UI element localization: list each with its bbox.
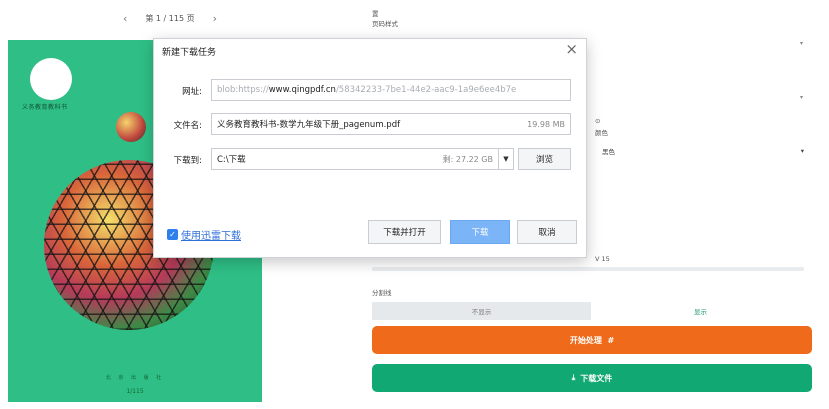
dialog-title: 新建下载任务 <box>162 48 217 58</box>
range-value: V 15 <box>595 255 610 263</box>
filename-value: 义务教育教科书-数学九年级下册_pagenum.pdf <box>217 120 401 130</box>
filename-field[interactable]: 义务教育教科书-数学九年级下册_pagenum.pdf 19.98 MB <box>211 113 571 135</box>
slider-track[interactable] <box>372 267 804 271</box>
hash-icon: # <box>607 335 615 345</box>
settings-heading-fragment: 置 <box>372 10 379 18</box>
free-space: 剩: 27.22 GB <box>442 154 493 164</box>
saveto-field[interactable]: C:\下载 剩: 27.22 GB <box>211 148 499 170</box>
chevron-right-icon[interactable]: › <box>213 12 217 25</box>
xunlei-label: 使用迅雷下载 <box>181 231 241 242</box>
start-process-button[interactable]: 开始处理 # <box>372 326 812 354</box>
url-label: 网址: <box>182 87 202 97</box>
download-file-label: 下载文件 <box>580 373 613 383</box>
color-label: 颜色 <box>595 129 608 137</box>
filesize: 19.98 MB <box>527 119 565 129</box>
chevron-down-icon: ▾ <box>800 147 804 155</box>
new-download-dialog: 新建下载任务 × 网址: blob:https://www.qingpdf.cn… <box>153 38 587 258</box>
url-prefix: blob:https:// <box>217 85 269 95</box>
cover-circle-decoration <box>30 58 72 100</box>
chevron-down-icon[interactable]: ▾ <box>800 40 803 47</box>
xunlei-checkbox[interactable]: ✓ 使用迅雷下载 <box>167 227 241 242</box>
filename-label: 文件名: <box>173 121 202 131</box>
divider-label: 分割线 <box>372 289 392 297</box>
page-navigator: ‹ 第 1 / 115 页 › <box>80 8 260 28</box>
saveto-path: C:\下载 <box>217 155 246 165</box>
download-icon: ⤓ <box>571 373 576 382</box>
cover-small-sphere <box>116 112 146 142</box>
color-select[interactable]: 黑色 ▾ <box>598 142 808 160</box>
cancel-button[interactable]: 取消 <box>517 220 577 244</box>
page-style-label: 页码样式 <box>372 20 398 28</box>
chevron-down-icon[interactable]: ▾ <box>800 94 803 101</box>
cover-publisher: 北 京 出 版 社 <box>105 375 165 381</box>
cover-title: 义务教育教科书 <box>22 104 68 111</box>
download-button[interactable]: 下载 <box>450 220 510 244</box>
checkmark-icon: ✓ <box>167 229 178 240</box>
url-rest: /58342233-7be1-44e2-aac9-1a9e6ee4b7e <box>335 85 517 95</box>
cover-page-number: 1/115 <box>126 388 144 395</box>
chevron-left-icon[interactable]: ‹ <box>123 12 127 25</box>
close-icon[interactable]: × <box>565 42 578 57</box>
url-host: www.qingpdf.cn <box>268 85 336 95</box>
download-file-button[interactable]: ⤓ 下载文件 <box>372 364 812 392</box>
divider-off-option[interactable]: 不显示 <box>372 302 591 320</box>
divider-toggle: 不显示 显示 <box>372 302 810 320</box>
caret-down-icon[interactable]: ▼ <box>499 148 514 170</box>
palette-icon: ⊙ <box>595 117 601 125</box>
divider-on-option[interactable]: 显示 <box>591 302 810 320</box>
browse-button[interactable]: 浏览 <box>518 148 571 170</box>
page-indicator: 第 1 / 115 页 <box>145 13 195 23</box>
color-select-value: 黑色 <box>602 148 615 156</box>
download-and-open-button[interactable]: 下载并打开 <box>368 220 441 244</box>
saveto-label: 下载到: <box>173 156 202 166</box>
url-field[interactable]: blob:https://www.qingpdf.cn/58342233-7be… <box>211 79 571 101</box>
start-process-label: 开始处理 <box>569 335 602 345</box>
